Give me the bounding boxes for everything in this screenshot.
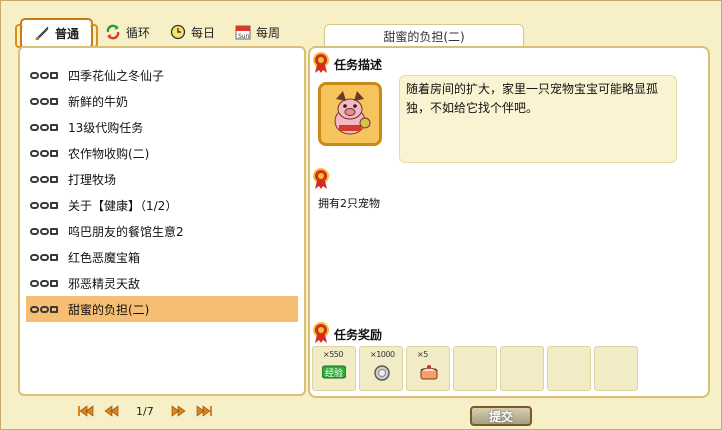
quest-name: 邪恶精灵天敌: [68, 276, 141, 291]
quest-list-item[interactable]: 红色恶魔宝箱: [26, 244, 298, 270]
first-page-button[interactable]: [76, 404, 96, 418]
next-page-icon: [171, 405, 186, 417]
reward-count: ×1000: [370, 350, 395, 359]
reward-count: ×550: [323, 350, 343, 359]
next-page-button[interactable]: [168, 404, 188, 418]
quest-list: 四季花仙之冬仙子 新鲜的牛奶 13级代购任务 农作物收购(二) 打理牧场关于【健康】（1…: [20, 48, 304, 322]
medal-icon: [313, 322, 329, 343]
coin-icon: [374, 365, 390, 381]
quest-list-item[interactable]: 新鲜的牛奶: [26, 88, 298, 114]
cake-icon: [420, 365, 438, 380]
quest-type-icon: [30, 175, 62, 183]
tab-label: 每日: [191, 25, 216, 40]
reward-title: 任务奖励: [334, 328, 383, 342]
quest-type-icon: [30, 97, 62, 105]
reward-count: ×5: [417, 350, 428, 359]
quest-list-item[interactable]: 农作物收购(二): [26, 140, 298, 166]
reward-slot: [453, 346, 497, 391]
quest-condition: 拥有2只宠物: [318, 197, 380, 210]
quest-type-icon: [30, 227, 62, 235]
pagination: 1/7: [76, 404, 214, 418]
quest-description: 随着房间的扩大，家里一只宠物宝宝可能略显孤独，不如给它找个伴吧。: [399, 75, 677, 163]
medal-icon: [313, 168, 329, 189]
tab-weekly[interactable]: Sun 每周: [227, 18, 288, 46]
reward-slot: [594, 346, 638, 391]
tab-cycle[interactable]: 循环: [97, 18, 158, 46]
quest-name: 关于【健康】（1/2）: [68, 198, 178, 213]
quest-name: 甜蜜的负担(二): [68, 302, 150, 317]
quest-type-icon: [30, 279, 62, 287]
desc-title: 任务描述: [334, 58, 383, 72]
medal-icon: [313, 52, 329, 73]
quest-type-icon: [30, 201, 62, 209]
pig-npc-icon: [334, 91, 371, 135]
quest-type-icon: [30, 71, 62, 79]
reward-slot: [500, 346, 544, 391]
quest-name: 红色恶魔宝箱: [68, 250, 141, 265]
quest-list-item[interactable]: 呜巴朋友的餐馆生意2: [26, 218, 298, 244]
quest-type-icon: [30, 149, 62, 157]
quest-name: 13级代购任务: [68, 120, 144, 135]
quest-list-item[interactable]: 13级代购任务: [26, 114, 298, 140]
quest-list-item[interactable]: 关于【健康】（1/2）: [26, 192, 298, 218]
quest-name: 打理牧场: [68, 172, 117, 187]
exp-label: 经验: [325, 367, 343, 379]
tab-normal[interactable]: 普通: [14, 18, 99, 48]
page-indicator: 1/7: [136, 404, 154, 418]
quest-list-item[interactable]: 打理牧场: [26, 166, 298, 192]
cycle-icon: [105, 24, 121, 40]
quest-name: 农作物收购(二): [68, 146, 150, 161]
quest-type-icon: [30, 123, 62, 131]
quest-type-icon: [30, 253, 62, 261]
sword-icon: [34, 25, 50, 41]
quest-name: 四季花仙之冬仙子: [68, 68, 165, 83]
quest-name: 新鲜的牛奶: [68, 94, 129, 109]
prev-page-icon: [104, 405, 119, 417]
last-page-icon: [196, 405, 212, 417]
quest-list-item[interactable]: 四季花仙之冬仙子: [26, 62, 298, 88]
exp-icon: 经验: [322, 365, 346, 379]
submit-button[interactable]: 提交: [470, 406, 532, 426]
tab-daily[interactable]: 每日: [162, 18, 223, 46]
quest-type-icon: [30, 305, 62, 313]
quest-category-tabs: 普通 循环 每日 Sun 每周: [14, 18, 300, 48]
first-page-icon: [78, 405, 94, 417]
reward-slot: [547, 346, 591, 391]
quest-detail-tab[interactable]: 甜蜜的负担(二): [324, 24, 524, 48]
quest-list-item[interactable]: 邪恶精灵天敌: [26, 270, 298, 296]
last-page-button[interactable]: [194, 404, 214, 418]
quest-list-panel: 四季花仙之冬仙子 新鲜的牛奶 13级代购任务 农作物收购(二) 打理牧场关于【健康】（1…: [18, 46, 306, 396]
reward-slot[interactable]: ×550 经验: [312, 346, 356, 391]
calendar-icon: Sun: [235, 24, 251, 40]
reward-slot[interactable]: ×5: [406, 346, 450, 391]
calendar-badge: Sun: [238, 33, 250, 40]
reward-slots: ×550 经验 ×1000 ×5: [312, 346, 638, 391]
tab-label: 普通: [55, 26, 80, 41]
quest-name: 呜巴朋友的餐馆生意2: [68, 224, 184, 239]
tab-label: 循环: [126, 25, 151, 40]
npc-portrait: [318, 82, 382, 146]
reward-slot[interactable]: ×1000: [359, 346, 403, 391]
tab-label: 每周: [256, 25, 281, 40]
clock-icon: [170, 24, 186, 40]
quest-list-item[interactable]: 甜蜜的负担(二): [26, 296, 298, 322]
prev-page-button[interactable]: [102, 404, 122, 418]
